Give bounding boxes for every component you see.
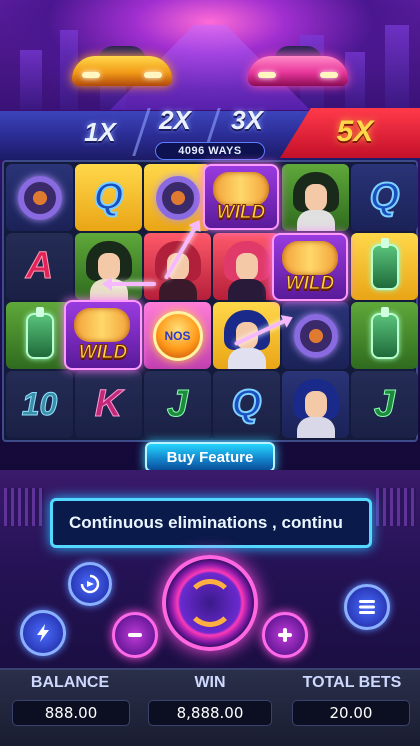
symbol-letter: J <box>166 383 189 426</box>
face <box>235 253 258 281</box>
nitro-bottle-icon <box>370 237 399 290</box>
yellow-race-car <box>72 42 172 90</box>
plus-icon <box>278 628 292 642</box>
car-headlight <box>82 72 100 78</box>
car-body <box>248 56 348 86</box>
side-vent <box>376 488 416 526</box>
balance-value: 888.00 <box>12 700 130 726</box>
symbol-j: J <box>144 371 211 438</box>
symbol-wheel <box>282 302 349 369</box>
autoplay-button[interactable] <box>68 562 112 606</box>
win-value: 8,888.00 <box>148 700 272 726</box>
ways-badge: 4096 WAYS <box>155 142 265 160</box>
symbol-10: 10 <box>6 371 73 438</box>
body <box>296 417 335 438</box>
symbol-red-racer <box>144 233 211 300</box>
game-screen: 1X 2X 3X 5X 4096 WAYS Q Q A NOS 10 K J Q… <box>0 0 420 746</box>
symbol-letter: J <box>373 383 396 426</box>
nitro-drum-icon <box>282 241 338 275</box>
body <box>227 348 266 369</box>
symbol-red-racer <box>213 233 280 300</box>
balance-label: BALANCE <box>30 674 110 691</box>
blue-racer-icon <box>292 379 339 438</box>
symbol-nitro-bottle <box>351 302 418 369</box>
minus-icon <box>128 633 142 637</box>
symbol-letter: K <box>94 383 123 426</box>
spin-button[interactable] <box>162 555 258 651</box>
symbol-q: Q <box>351 164 418 231</box>
symbol-a: A <box>6 233 73 300</box>
nitro-bottle-icon <box>370 306 399 359</box>
building <box>345 52 365 110</box>
symbol-j: J <box>351 371 418 438</box>
decrease-bet-button[interactable] <box>112 612 158 658</box>
symbol-letter: Q <box>93 175 125 219</box>
building <box>385 25 409 110</box>
buy-feature-button[interactable]: Buy Feature <box>145 442 275 472</box>
symbol-blue-racer <box>282 371 349 438</box>
spin-icon <box>186 579 234 627</box>
multiplier-2x: 2X <box>159 104 191 135</box>
wild-symbol: WILD <box>64 300 142 370</box>
symbol-k: K <box>75 371 142 438</box>
marquee-text: Continuous eliminations , continu <box>69 513 343 532</box>
symbol-nitro-bottle <box>351 233 418 300</box>
wild-label: WILD <box>285 273 335 295</box>
car-headlight <box>320 72 338 78</box>
turbo-button[interactable] <box>20 610 66 656</box>
menu-icon <box>359 600 375 614</box>
symbol-nitro-bottle <box>6 302 73 369</box>
symbol-letter: Q <box>231 382 263 426</box>
symbol-nos: NOS <box>144 302 211 369</box>
nos-label: NOS <box>164 328 191 343</box>
multiplier-3x: 3X <box>231 104 263 135</box>
nos-icon: NOS <box>152 310 203 361</box>
message-marquee: Continuous eliminations , continu <box>50 498 372 548</box>
red-racer-icon <box>154 241 201 300</box>
nitro-drum-icon <box>74 308 130 342</box>
car-headlight <box>144 72 162 78</box>
menu-button[interactable] <box>344 584 390 630</box>
autoplay-icon <box>80 574 100 594</box>
symbol-letter: A <box>25 245 54 288</box>
wheel-icon <box>155 175 200 220</box>
body <box>158 279 197 300</box>
wild-label: WILD <box>78 342 128 364</box>
arrow-left-icon <box>108 282 156 286</box>
car-body <box>72 56 172 86</box>
symbol-wheel <box>6 164 73 231</box>
face <box>304 391 327 419</box>
green-racer-icon <box>292 172 339 231</box>
wild-label: WILD <box>216 202 266 224</box>
symbol-q: Q <box>75 164 142 231</box>
wild-symbol: WILD <box>272 233 348 301</box>
win-label: WIN <box>194 674 226 691</box>
lightning-icon <box>37 624 49 642</box>
red-racer-icon <box>223 241 270 300</box>
wheel-icon <box>17 175 62 220</box>
symbol-letter: 10 <box>21 386 58 423</box>
total-bets-value: 20.00 <box>292 700 410 726</box>
green-racer-icon <box>85 241 132 300</box>
wild-symbol: WILD <box>203 164 279 230</box>
face <box>304 184 327 212</box>
body <box>227 279 266 300</box>
pink-race-car <box>248 42 348 90</box>
wheel-icon <box>293 313 338 358</box>
nitro-drum-icon <box>213 172 269 206</box>
symbol-green-racer <box>282 164 349 231</box>
symbol-q: Q <box>213 371 280 438</box>
side-vent <box>4 488 44 526</box>
multiplier-5x: 5X <box>336 115 374 148</box>
total-bets-label: TOTAL BETS <box>302 674 402 691</box>
increase-bet-button[interactable] <box>262 612 308 658</box>
symbol-letter: Q <box>369 175 401 219</box>
body <box>296 210 335 231</box>
car-headlight <box>258 72 276 78</box>
multiplier-1x: 1X <box>84 116 116 147</box>
building <box>20 50 42 110</box>
nitro-bottle-icon <box>25 306 54 359</box>
